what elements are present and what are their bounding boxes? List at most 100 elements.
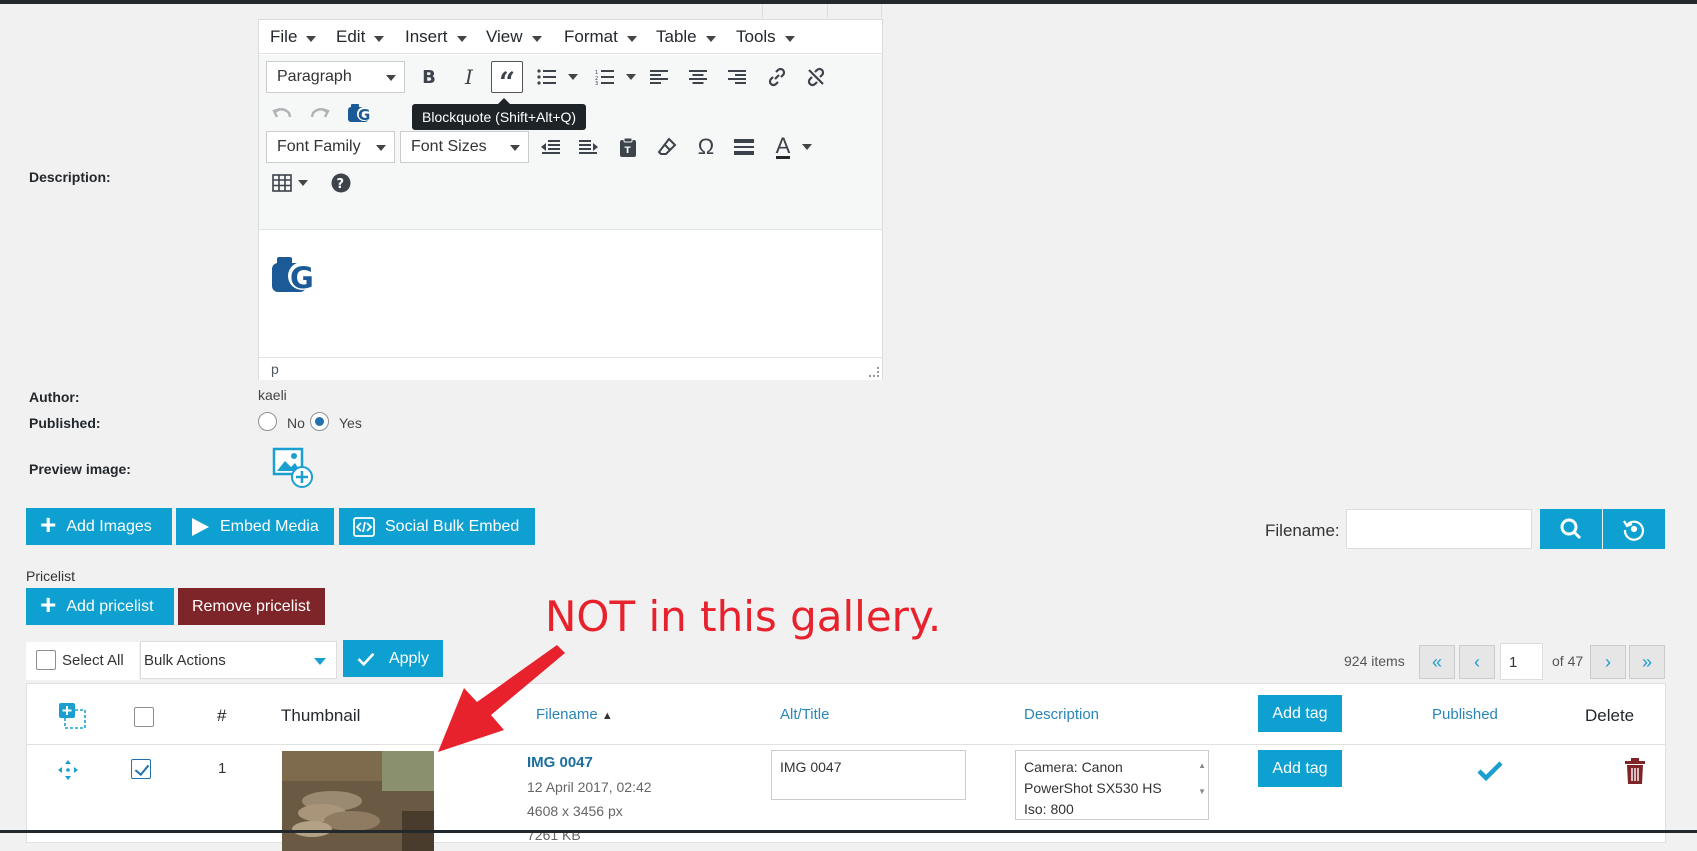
editor-content[interactable]: G (259, 231, 882, 377)
chevron-down-icon (568, 74, 578, 80)
paste-text-icon[interactable]: T (612, 131, 644, 163)
trash-icon[interactable] (1624, 758, 1646, 787)
font-family-select[interactable]: Font Family (266, 131, 395, 163)
bullet-list-dropdown[interactable] (566, 70, 580, 84)
menu-insert[interactable]: Insert (405, 27, 467, 47)
gallery-plugin-icon[interactable]: G (345, 96, 377, 128)
published-no-radio[interactable] (258, 412, 277, 431)
align-right-icon[interactable] (721, 61, 753, 93)
help-icon[interactable]: ? (325, 167, 357, 199)
embed-media-button[interactable]: Embed Media (176, 508, 334, 545)
col-description-header[interactable]: Description (1024, 706, 1099, 723)
scroll-up-icon[interactable]: ▲ (1198, 755, 1206, 776)
menu-view[interactable]: View (486, 27, 542, 47)
horizontal-line-icon[interactable] (728, 131, 760, 163)
annotation-text: NOT in this gallery. (545, 592, 942, 641)
menu-tools-label: Tools (736, 27, 776, 46)
block-format-select[interactable]: Paragraph (266, 61, 405, 93)
select-all-container[interactable]: Select All (26, 642, 139, 680)
bulk-actions-select[interactable]: Bulk Actions (140, 641, 337, 679)
row-description-textarea[interactable]: Camera: Canon PowerShot SX530 HS Iso: 80… (1015, 750, 1209, 820)
prev-page-button[interactable]: ‹ (1459, 645, 1495, 679)
table-dropdown[interactable] (296, 176, 310, 190)
svg-text:G: G (358, 106, 370, 123)
rich-text-editor: File Edit Insert View Format Table Tools… (258, 19, 883, 380)
filename-filter-label: Filename: (1265, 521, 1340, 540)
select-gallery-icon[interactable] (57, 702, 89, 735)
numbered-list-dropdown[interactable] (624, 70, 638, 84)
resize-handle[interactable] (869, 367, 879, 377)
menu-format[interactable]: Format (564, 27, 637, 47)
current-page-input[interactable]: 1 (1500, 643, 1543, 680)
svg-text:3: 3 (595, 81, 598, 85)
remove-pricelist-label: Remove pricelist (192, 597, 311, 615)
scroll-down-icon[interactable]: ▼ (1198, 781, 1206, 802)
menu-table-label: Table (656, 27, 697, 46)
unlink-icon[interactable] (800, 61, 832, 93)
last-page-button[interactable]: » (1629, 645, 1665, 679)
gallery-logo-icon: G (271, 253, 319, 296)
add-pricelist-button[interactable]: + Add pricelist (26, 588, 174, 625)
text-color-dropdown[interactable] (800, 140, 814, 154)
reset-icon (1623, 520, 1645, 541)
numbered-list-icon[interactable]: 123 (589, 61, 621, 93)
social-bulk-embed-button[interactable]: Social Bulk Embed (339, 508, 535, 545)
font-size-select[interactable]: Font Sizes (400, 131, 529, 163)
row-add-tag-button[interactable]: Add tag (1258, 750, 1342, 787)
remove-pricelist-button[interactable]: Remove pricelist (178, 588, 325, 625)
chevron-down-icon (298, 180, 308, 186)
search-icon (1560, 518, 1582, 540)
search-button[interactable] (1540, 509, 1602, 549)
next-page-button[interactable]: › (1590, 645, 1626, 679)
row-thumbnail[interactable] (282, 751, 434, 851)
col-published-header[interactable]: Published (1432, 706, 1498, 723)
menu-file[interactable]: File (270, 27, 317, 47)
bullet-list-icon[interactable] (531, 61, 563, 93)
blockquote-icon[interactable]: “ (491, 61, 523, 99)
header-divider (27, 744, 1665, 745)
link-icon[interactable] (761, 61, 793, 93)
items-count: 924 items (1344, 653, 1405, 669)
italic-icon[interactable]: I (453, 61, 485, 93)
undo-icon[interactable] (266, 96, 298, 128)
menu-file-label: File (270, 27, 298, 46)
clear-formatting-icon[interactable] (651, 131, 683, 163)
outdent-icon[interactable] (534, 131, 566, 163)
header-add-tag-button[interactable]: Add tag (1258, 695, 1342, 732)
filename-search-input[interactable] (1346, 509, 1532, 549)
chevron-down-icon (626, 35, 637, 42)
apply-button[interactable]: Apply (343, 640, 443, 677)
row-alt-title-input[interactable]: IMG 0047 (771, 750, 966, 800)
add-preview-image-icon[interactable] (272, 447, 316, 492)
col-alt-header[interactable]: Alt/Title (780, 706, 829, 723)
menu-tools[interactable]: Tools (736, 27, 795, 47)
indent-icon[interactable] (573, 131, 605, 163)
menu-format-label: Format (564, 27, 618, 46)
total-pages: of 47 (1552, 653, 1584, 669)
published-checkmark-icon[interactable] (1476, 760, 1504, 785)
omega-icon[interactable]: Ω (690, 131, 722, 163)
menu-table[interactable]: Table (656, 27, 716, 47)
align-center-icon[interactable] (682, 61, 714, 93)
sort-ascending-icon: ▲ (601, 710, 613, 722)
chevron-down-icon (510, 145, 520, 151)
first-page-button[interactable]: « (1419, 645, 1455, 679)
header-checkbox[interactable] (134, 707, 154, 727)
published-yes-radio[interactable] (310, 412, 329, 431)
redo-icon[interactable] (304, 96, 336, 128)
add-images-label: Add Images (66, 517, 152, 535)
bold-icon[interactable]: B (413, 61, 445, 93)
description-label: Description: (29, 169, 111, 185)
row-number: 1 (218, 760, 227, 777)
menu-edit[interactable]: Edit (336, 27, 385, 47)
drag-handle-icon[interactable] (57, 759, 79, 784)
table-icon[interactable] (266, 167, 298, 199)
text-color-icon[interactable]: A (767, 131, 799, 163)
plus-icon: + (40, 509, 57, 540)
add-images-button[interactable]: + Add Images (26, 508, 172, 545)
row-checkbox[interactable] (131, 759, 151, 779)
reset-search-button[interactable] (1603, 509, 1665, 549)
select-all-checkbox[interactable] (36, 650, 56, 670)
align-left-icon[interactable] (643, 61, 675, 93)
element-path[interactable]: p (271, 361, 279, 377)
